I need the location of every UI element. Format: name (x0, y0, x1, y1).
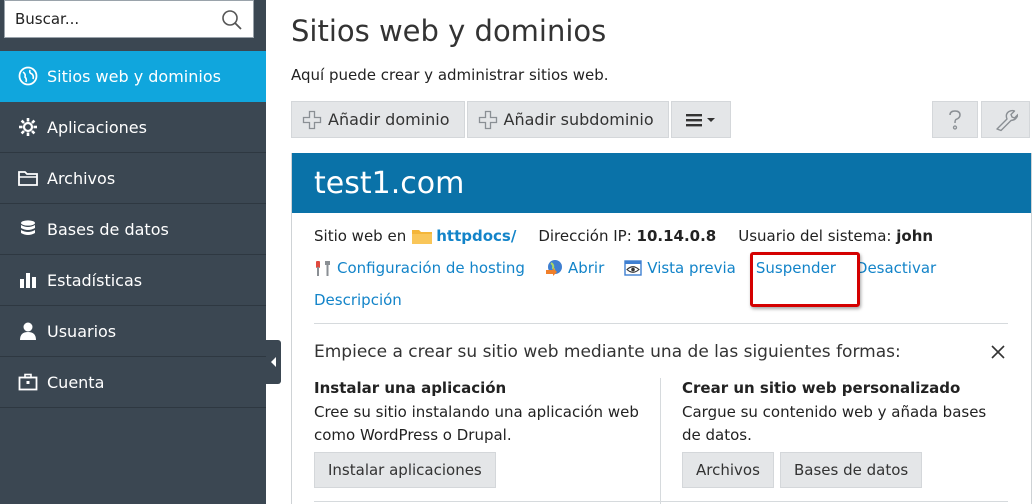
sidebar-item-label: Bases de datos (47, 219, 169, 239)
sidebar-nav: Sitios web y dominios Aplicaciones Archi… (0, 51, 266, 408)
sidebar-item-label: Aplicaciones (47, 117, 147, 137)
open-link[interactable]: Abrir (545, 259, 604, 277)
folder-icon (18, 168, 38, 188)
page-description: Aquí puede crear y administrar sitios we… (291, 66, 609, 84)
sidebar-item-users[interactable]: Usuarios (0, 306, 266, 357)
install-app-title: Instalar una aplicación (314, 379, 507, 397)
domain-name[interactable]: test1.com (292, 153, 1031, 213)
close-icon[interactable] (990, 344, 1006, 360)
plus-icon (478, 110, 497, 129)
sidebar-item-databases[interactable]: Bases de datos (0, 204, 266, 255)
sidebar-item-label: Sitios web y dominios (47, 66, 221, 86)
open-globe-icon (545, 260, 562, 276)
install-app-section: Instalar una aplicación Cree su sitio in… (314, 379, 649, 447)
preview-link[interactable]: Vista previa (624, 259, 736, 277)
gear-icon (18, 117, 38, 137)
sidebar-item-websites[interactable]: Sitios web y dominios (0, 51, 266, 102)
databases-button[interactable]: Bases de datos (780, 452, 923, 488)
sidebar-item-label: Estadísticas (47, 270, 143, 290)
toolbar: Añadir dominio Añadir subdominio (291, 101, 733, 138)
tools-icon (316, 261, 330, 276)
divider (314, 323, 1008, 324)
custom-site-title: Crear un sitio web personalizado (682, 379, 961, 397)
search-box[interactable] (4, 0, 254, 38)
install-app-text: Cree su sitio instalando una aplicación … (314, 403, 639, 444)
suspend-link[interactable]: Suspender (756, 259, 836, 277)
database-icon (18, 219, 38, 239)
hosting-settings-link[interactable]: Configuración de hosting (314, 259, 525, 277)
chevron-left-icon (270, 357, 276, 367)
menu-icon (685, 113, 715, 126)
sidebar-item-label: Archivos (47, 168, 116, 188)
domain-card: test1.com Sitio web en httpdocs/ Direcci… (291, 153, 1032, 504)
question-icon (949, 109, 961, 130)
add-subdomain-button[interactable]: Añadir subdominio (466, 101, 669, 138)
sidebar-item-account[interactable]: Cuenta (0, 357, 266, 408)
wrench-icon (995, 109, 1018, 131)
domain-info-row: Sitio web en httpdocs/ Dirección IP: 10.… (314, 227, 934, 245)
sidebar-item-label: Cuenta (47, 372, 105, 392)
settings-button[interactable] (981, 101, 1030, 138)
ip-address: 10.14.0.8 (636, 227, 717, 245)
sidebar: Sitios web y dominios Aplicaciones Archi… (0, 0, 266, 504)
column-separator (660, 378, 661, 504)
plus-icon (302, 110, 322, 129)
sidebar-item-applications[interactable]: Aplicaciones (0, 102, 266, 153)
search-icon[interactable] (221, 9, 243, 31)
custom-site-text: Cargue su contenido web y añada bases de… (682, 403, 987, 444)
page-title: Sitios web y dominios (291, 14, 607, 48)
sidebar-item-label: Usuarios (47, 321, 117, 341)
bar-chart-icon (18, 270, 38, 290)
getting-started-title: Empiece a crear su sitio web mediante un… (314, 342, 901, 362)
user-icon (18, 321, 38, 341)
more-actions-menu-button[interactable] (670, 101, 731, 138)
divider (314, 501, 1008, 502)
custom-site-section: Crear un sitio web personalizado Cargue … (682, 379, 1002, 447)
briefcase-icon (18, 372, 38, 392)
deactivate-link[interactable]: Desactivar (856, 259, 936, 277)
domain-actions: Configuración de hosting Abrir Vista pre… (314, 259, 956, 277)
description-link[interactable]: Descripción (314, 291, 402, 309)
sidebar-item-statistics[interactable]: Estadísticas (0, 255, 266, 306)
search-input[interactable] (5, 1, 205, 37)
eye-icon (624, 260, 642, 276)
add-domain-button[interactable]: Añadir dominio (291, 101, 465, 138)
docroot-link[interactable]: httpdocs/ (436, 227, 516, 245)
globe-icon (18, 66, 38, 86)
help-button[interactable] (932, 101, 978, 138)
install-applications-button[interactable]: Instalar aplicaciones (314, 452, 496, 488)
files-button[interactable]: Archivos (682, 452, 774, 488)
system-user: john (896, 227, 934, 245)
folder-icon (412, 230, 433, 244)
sidebar-item-files[interactable]: Archivos (0, 153, 266, 204)
sidebar-collapse-toggle[interactable] (266, 340, 281, 384)
